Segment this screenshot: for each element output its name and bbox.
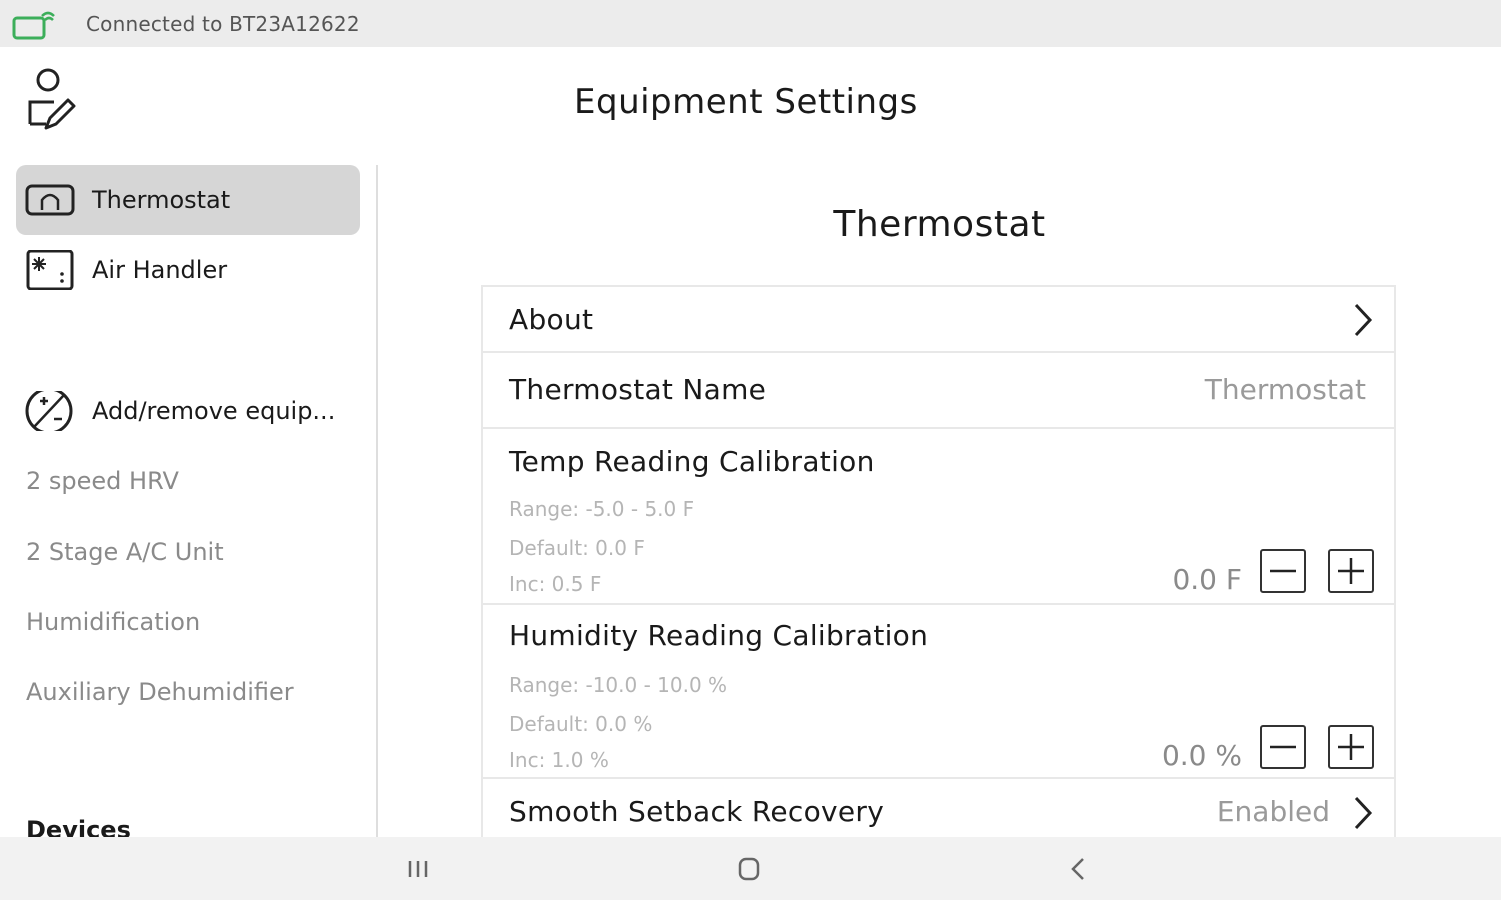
minus-icon (1270, 569, 1296, 573)
temp-calibration-title: Temp Reading Calibration (509, 445, 875, 478)
accessory-2-speed-hrv[interactable]: 2 speed HRV (26, 467, 179, 495)
temp-calibration-inc: Inc: 0.5 F (509, 572, 602, 596)
settings-content: Thermostat About Thermostat Name Thermos… (378, 160, 1501, 837)
recents-icon[interactable] (398, 851, 438, 887)
sidebar: Thermostat Air Handler Add/remove equip.… (0, 160, 378, 837)
temp-calibration-row: Temp Reading Calibration Range: -5.0 - 5… (483, 429, 1394, 605)
settings-list: About Thermostat Name Thermostat Temp Re… (481, 285, 1396, 837)
sidebar-item-thermostat[interactable]: Thermostat (16, 165, 360, 235)
humidity-decrement-button[interactable] (1260, 725, 1306, 769)
accessory-humidification[interactable]: Humidification (26, 608, 200, 636)
humidity-calibration-value: 0.0 % (1161, 739, 1242, 772)
sidebar-item-label: Thermostat (92, 186, 231, 214)
home-icon[interactable] (729, 851, 769, 887)
thermostat-icon (25, 184, 75, 216)
chevron-right-icon (1354, 796, 1373, 830)
status-bar: Connected to BT23A12622 (0, 0, 1501, 47)
humidity-calibration-inc: Inc: 1.0 % (509, 748, 609, 772)
back-icon[interactable] (1059, 851, 1099, 887)
smooth-setback-label: Smooth Setback Recovery (509, 795, 885, 828)
air-handler-icon (26, 250, 74, 290)
humidity-calibration-row: Humidity Reading Calibration Range: -10.… (483, 605, 1394, 779)
add-remove-label: Add/remove equip... (92, 397, 336, 425)
temp-calibration-default: Default: 0.0 F (509, 536, 645, 560)
chevron-right-icon (1354, 303, 1373, 337)
thermostat-name-label: Thermostat Name (509, 373, 767, 406)
page-title: Equipment Settings (574, 82, 918, 122)
sidebar-item-air-handler[interactable]: Air Handler (16, 235, 360, 305)
accessory-aux-dehumidifier[interactable]: Auxiliary Dehumidifier (26, 678, 294, 706)
plus-icon (1338, 734, 1364, 760)
sidebar-item-label: Air Handler (92, 256, 228, 284)
smooth-setback-row[interactable]: Smooth Setback Recovery Enabled (483, 779, 1394, 837)
minus-icon (1270, 745, 1296, 749)
bluetooth-device-icon (12, 11, 55, 40)
system-nav-bar (0, 837, 1501, 900)
humidity-calibration-range: Range: -10.0 - 10.0 % (509, 673, 728, 697)
plus-icon (1338, 558, 1364, 584)
add-remove-icon (25, 391, 73, 431)
section-title: Thermostat (833, 204, 1046, 245)
temp-increment-button[interactable] (1328, 549, 1374, 593)
about-label: About (509, 303, 594, 336)
temp-calibration-value: 0.0 F (1172, 563, 1242, 596)
about-row[interactable]: About (483, 287, 1394, 353)
user-edit-icon[interactable] (24, 66, 78, 136)
thermostat-name-row[interactable]: Thermostat Name Thermostat (483, 353, 1394, 429)
temp-decrement-button[interactable] (1260, 549, 1306, 593)
humidity-increment-button[interactable] (1328, 725, 1374, 769)
humidity-calibration-title: Humidity Reading Calibration (509, 619, 929, 652)
section-header-devices: Devices (26, 816, 131, 837)
accessory-2-stage-ac[interactable]: 2 Stage A/C Unit (26, 538, 224, 566)
temp-calibration-range: Range: -5.0 - 5.0 F (509, 497, 695, 521)
humidity-calibration-default: Default: 0.0 % (509, 712, 653, 736)
connection-status-text: Connected to BT23A12622 (86, 12, 360, 36)
add-remove-equipment-button[interactable]: Add/remove equip... (16, 376, 360, 446)
smooth-setback-value: Enabled (1216, 795, 1330, 828)
thermostat-name-value[interactable]: Thermostat (1205, 373, 1366, 406)
